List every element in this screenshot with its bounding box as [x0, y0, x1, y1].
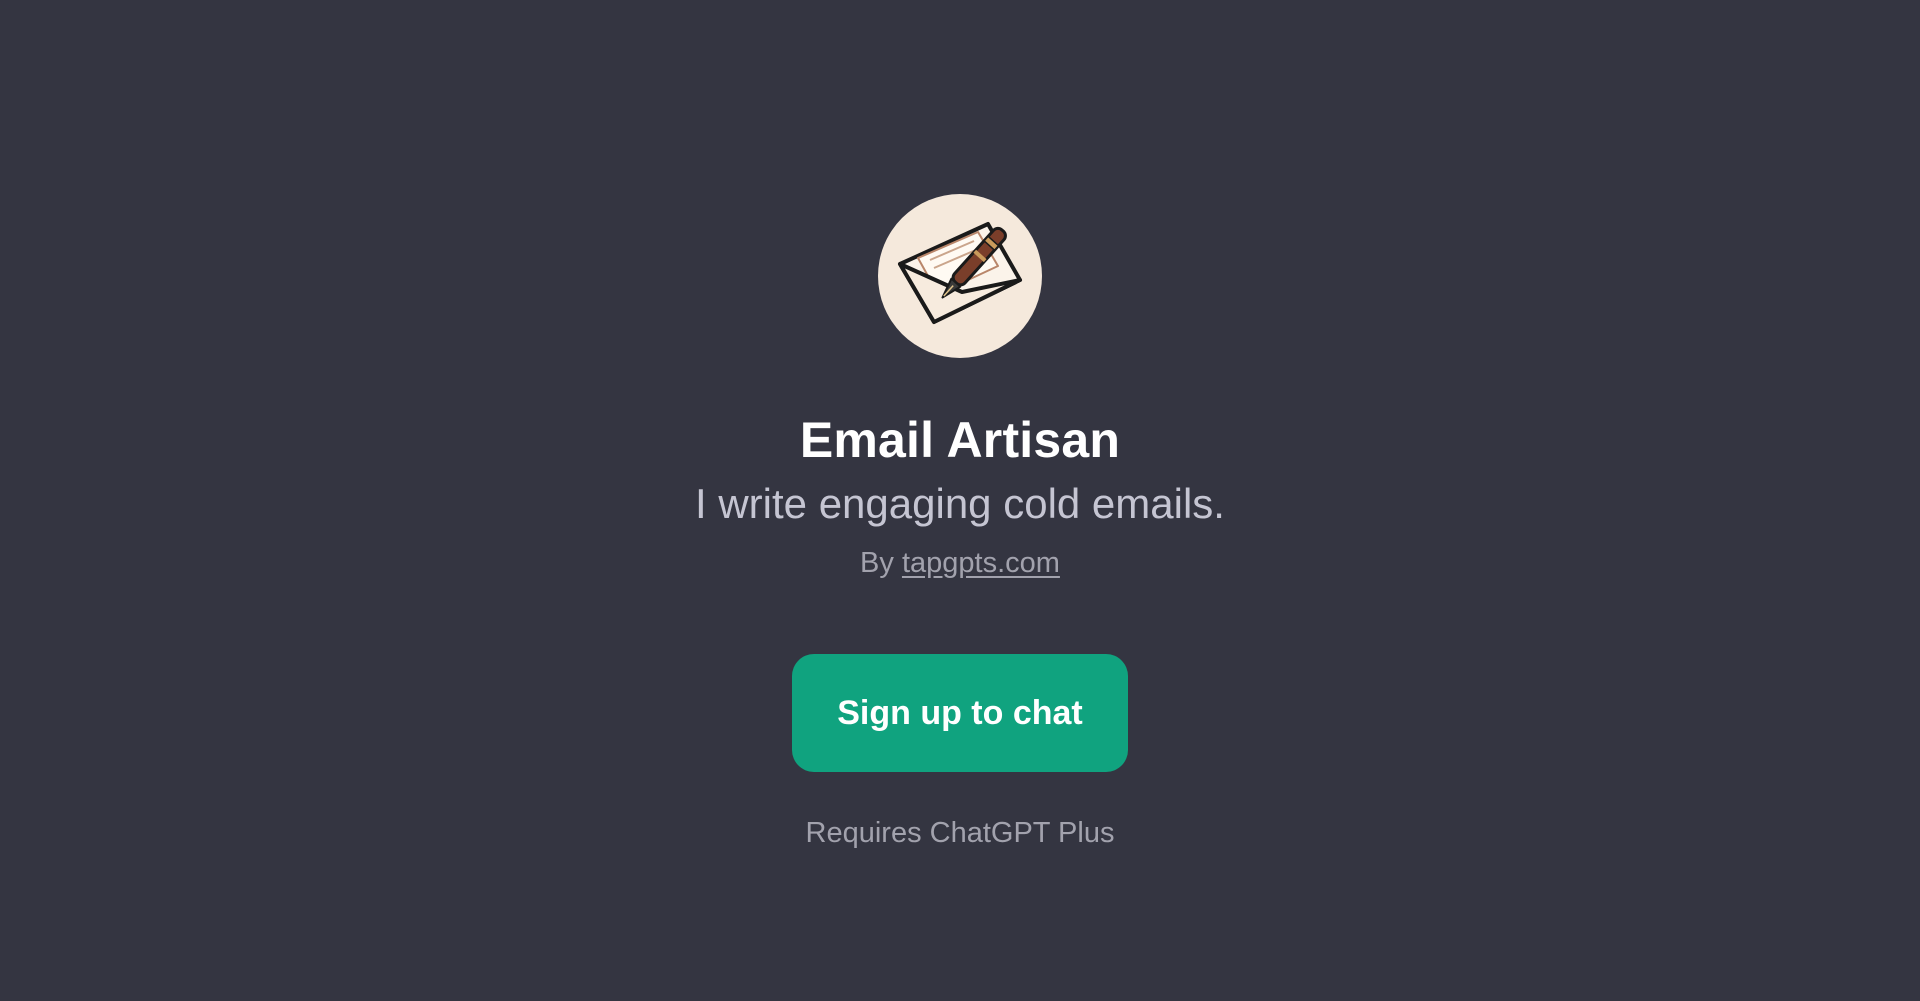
envelope-with-fountain-pen-icon [898, 222, 1022, 324]
byline-prefix: By [860, 547, 894, 579]
author-byline: By tapgpts.com [860, 544, 1060, 582]
sign-up-to-chat-button[interactable]: Sign up to chat [792, 654, 1128, 772]
gpt-avatar [878, 194, 1042, 358]
gpt-profile: Email Artisan I write engaging cold emai… [0, 0, 1920, 852]
gpt-description: I write engaging cold emails. [695, 480, 1225, 527]
gpt-landing-page: Email Artisan I write engaging cold emai… [0, 0, 1920, 1001]
author-link[interactable]: tapgpts.com [902, 547, 1060, 579]
plus-requirement-note: Requires ChatGPT Plus [805, 817, 1115, 849]
gpt-name: Email Artisan [799, 412, 1121, 468]
